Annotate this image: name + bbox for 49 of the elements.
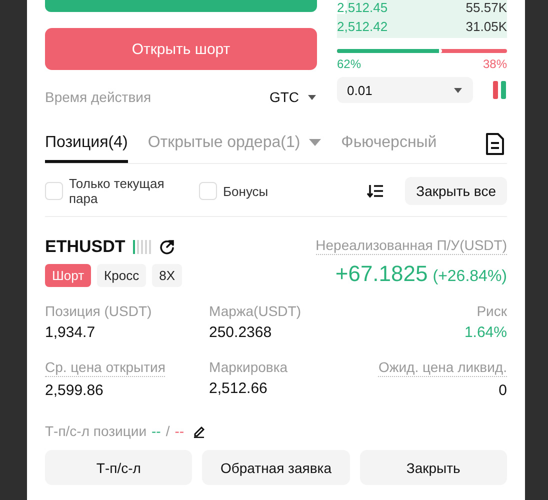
field-value: 1.64% — [464, 324, 507, 341]
pnl-value: +67.1825 — [335, 261, 428, 287]
field-label: Маржа(USDT) — [209, 303, 301, 319]
field-label: Позиция (USDT) — [45, 303, 152, 319]
side-tag: Шорт — [45, 264, 92, 287]
bid-amount: 31.05K — [466, 18, 507, 34]
stop-loss-value: -- — [174, 423, 184, 439]
field-label: Ср. цена открытия — [45, 359, 166, 377]
separator: / — [166, 423, 170, 439]
action-button[interactable]: Закрыть — [360, 450, 507, 485]
field-value: 1,934.7 — [45, 324, 96, 341]
risk-meter-icon — [133, 240, 152, 254]
tab[interactable]: Позиция(4) — [45, 125, 128, 163]
sell-percent: 38% — [482, 57, 507, 71]
field-value: 2,512.66 — [209, 380, 268, 397]
margin-mode-tag: Кросс — [97, 264, 146, 287]
tpsl-label: Т-п/с-л позиции — [45, 423, 147, 439]
checkbox[interactable] — [199, 182, 217, 200]
field-value: 250.2368 — [209, 324, 272, 341]
buy-percent: 62% — [337, 57, 362, 71]
bid-price: 2,512.45 — [337, 0, 388, 15]
sort-icon[interactable] — [367, 184, 384, 198]
time-in-force-label: Время действия — [45, 89, 152, 105]
field-value: 2,599.86 — [45, 382, 104, 399]
bid-price: 2,512.42 — [337, 18, 388, 34]
action-button[interactable]: Т-п/с-л — [45, 450, 192, 485]
checkbox-label: Бонусы — [223, 184, 268, 198]
caret-icon — [453, 86, 463, 94]
field-label: Ожид. цена ликвид. — [378, 359, 507, 377]
caret-icon — [309, 138, 322, 146]
field-value: 0 — [498, 382, 507, 399]
take-profit-value: -- — [152, 423, 161, 439]
checkbox-label: Только текущая пара — [69, 176, 166, 206]
pnl-percent: (+26.84%) — [432, 268, 507, 286]
field-label: Маркировка — [209, 359, 288, 375]
field-label: Риск — [476, 303, 507, 319]
caret-icon — [307, 94, 317, 100]
share-icon[interactable] — [159, 239, 176, 255]
time-in-force-dropdown[interactable]: GTC — [269, 89, 317, 105]
precision-dropdown[interactable]: 0.01 — [337, 77, 473, 103]
action-button[interactable]: Обратная заявка — [202, 450, 350, 485]
bid-amount: 55.57K — [466, 0, 507, 15]
close-all-button[interactable]: Закрыть все — [405, 177, 507, 205]
pnl-label: Нереализованная П/У(USDT) — [316, 237, 507, 255]
edit-icon[interactable] — [193, 424, 206, 438]
leverage-tag: 8X — [152, 264, 182, 287]
book-layout-icon[interactable] — [493, 80, 507, 100]
symbol: ETHUSDT — [45, 237, 126, 257]
checkbox[interactable] — [45, 182, 63, 200]
